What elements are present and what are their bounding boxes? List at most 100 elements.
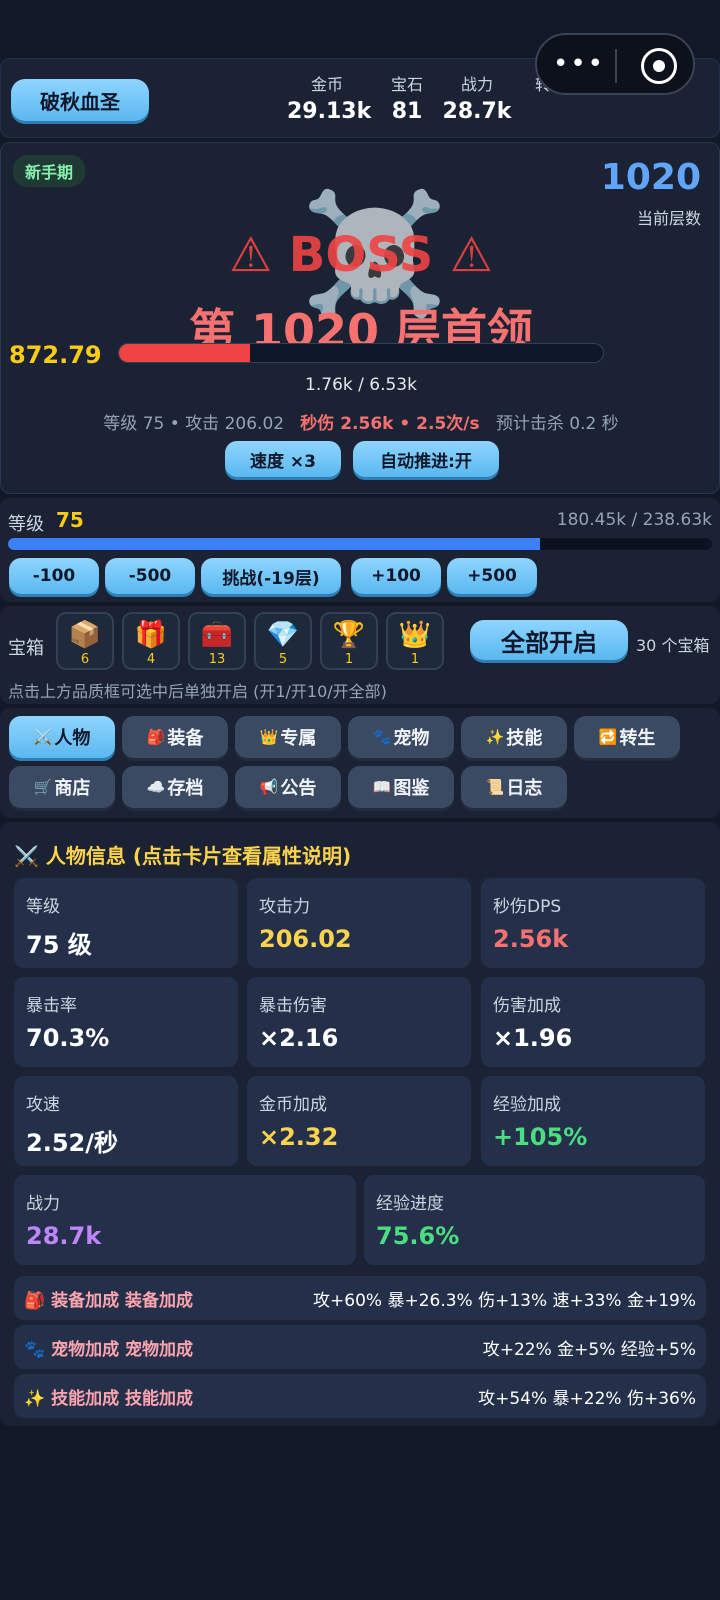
equipment-bonus-row[interactable]: 🎒 装备加成 装备加成 攻+60% 暴+26.3% 伤+13% 速+33% 金+1… xyxy=(14,1276,706,1320)
chest-count: 13 xyxy=(208,652,226,667)
challenge-button[interactable]: 挑战(-19层) xyxy=(201,558,341,594)
stat-card-label: 经验进度 xyxy=(376,1194,444,1214)
scroll-icon: 📜 xyxy=(485,778,505,796)
chest-slot[interactable]: 📦 6 xyxy=(56,612,114,670)
stat-card-dps[interactable]: 秒伤DPS 2.56k xyxy=(481,878,705,968)
level-label: 等级 xyxy=(8,514,44,535)
stat-card-crit-damage[interactable]: 暴击伤害 ×2.16 xyxy=(247,977,471,1067)
chest-slot[interactable]: 👑 1 xyxy=(386,612,444,670)
stat-card-power[interactable]: 战力 28.7k xyxy=(14,1175,356,1265)
book-icon: 📖 xyxy=(372,778,392,796)
backpack-icon: 🎒 xyxy=(146,728,166,746)
power-label: 战力 xyxy=(460,75,493,94)
swords-icon: ⚔️ xyxy=(33,728,53,746)
tab-codex[interactable]: 📖 图鉴 xyxy=(348,766,454,808)
exp-bar xyxy=(8,538,712,550)
tab-save[interactable]: ☁️ 存档 xyxy=(122,766,228,808)
power-stat: 战力 28.7k xyxy=(437,71,517,124)
chest-count: 4 xyxy=(146,652,156,667)
character-info-panel: ⚔️ 人物信息 (点击卡片查看属性说明) 等级 75 级 攻击力 206.02 秒伤… xyxy=(0,822,720,1426)
stat-card-level[interactable]: 等级 75 级 xyxy=(14,878,238,968)
toolbox-icon: 🧰 xyxy=(200,620,234,650)
stat-card-attack-speed[interactable]: 攻速 2.52/秒 xyxy=(14,1076,238,1166)
stat-card-label: 攻击力 xyxy=(259,897,310,917)
floor-plus-500-button[interactable]: +500 xyxy=(447,558,537,594)
tab-label: 人物 xyxy=(54,728,91,749)
auto-advance-button[interactable]: 自动推进:开 xyxy=(353,441,499,477)
tab-equipment[interactable]: 🎒 装备 xyxy=(122,716,228,758)
skill-bonus-row[interactable]: ✨ 技能加成 技能加成 攻+54% 暴+22% 伤+36% xyxy=(14,1374,706,1418)
crown-icon: 👑 xyxy=(398,620,432,650)
stat-card-value: ×1.96 xyxy=(493,1024,573,1052)
tab-label: 图鉴 xyxy=(393,778,430,799)
boss-banner: ⚠ BOSS ⚠ xyxy=(229,227,493,283)
pet-bonus-label: 🐾 宠物加成 宠物加成 xyxy=(24,1339,194,1360)
chest-slot[interactable]: 🧰 13 xyxy=(188,612,246,670)
boss-hp-fill xyxy=(119,344,250,362)
floor-minus-500-button[interactable]: -500 xyxy=(105,558,195,594)
tab-exclusive[interactable]: 👑 专属 xyxy=(235,716,341,758)
stat-card-value: 28.7k xyxy=(26,1222,102,1250)
tab-announcement[interactable]: 📢 公告 xyxy=(235,766,341,808)
tab-label: 装备 xyxy=(167,728,204,749)
info-attack-rate: 2.5次/s xyxy=(416,414,480,434)
stat-card-value: 75 级 xyxy=(26,931,92,959)
repeat-icon: 🔁 xyxy=(598,728,618,746)
stat-card-exp-bonus[interactable]: 经验加成 +105% xyxy=(481,1076,705,1166)
boss-hp-bar xyxy=(118,343,604,363)
chest-slot[interactable]: 🏆 1 xyxy=(320,612,378,670)
exp-bar-fill xyxy=(8,538,541,550)
stat-card-gold-bonus[interactable]: 金币加成 ×2.32 xyxy=(247,1076,471,1166)
stat-card-damage-bonus[interactable]: 伤害加成 ×1.96 xyxy=(481,977,705,1067)
more-icon[interactable]: ••• xyxy=(553,49,605,79)
gift-icon: 🎁 xyxy=(134,620,168,650)
tab-label: 宠物 xyxy=(393,728,430,749)
exp-text: 180.45k / 238.63k xyxy=(556,510,712,530)
chest-count: 6 xyxy=(80,652,90,667)
tab-log[interactable]: 📜 日志 xyxy=(461,766,567,808)
stat-card-value: 2.56k xyxy=(493,925,569,953)
tab-label: 技能 xyxy=(506,728,543,749)
capsule-divider xyxy=(615,49,617,83)
stat-card-value: ×2.16 xyxy=(259,1024,339,1052)
tab-label: 日志 xyxy=(506,778,543,799)
chest-total-count: 30 个宝箱 xyxy=(636,636,710,655)
tab-label: 专属 xyxy=(280,728,317,749)
floor-plus-100-button[interactable]: +100 xyxy=(351,558,441,594)
stat-card-label: 等级 xyxy=(26,897,60,917)
equipment-bonus-label: 🎒 装备加成 装备加成 xyxy=(24,1290,194,1311)
info-level: 等级 75 xyxy=(103,414,165,434)
stat-card-exp-progress[interactable]: 经验进度 75.6% xyxy=(364,1175,705,1265)
tab-pets[interactable]: 🐾 宠物 xyxy=(348,716,454,758)
chest-slot[interactable]: 💎 5 xyxy=(254,612,312,670)
tab-label: 商店 xyxy=(54,778,91,799)
tab-shop[interactable]: 🛒 商店 xyxy=(9,766,115,808)
stat-card-attack[interactable]: 攻击力 206.02 xyxy=(247,878,471,968)
battle-panel: 新手期 1020 当前层数 ☠️ ⚠ BOSS ⚠ 第 1020 层首领 872… xyxy=(0,142,720,494)
stat-card-label: 金币加成 xyxy=(259,1095,327,1115)
chest-hint: 点击上方品质框可选中后单独开启 (开1/开10/开全部) xyxy=(8,682,387,701)
current-floor-number: 1020 xyxy=(600,157,701,198)
character-name-button[interactable]: 破秋血圣 xyxy=(11,79,149,121)
cloud-icon: ☁️ xyxy=(146,778,166,796)
speed-button[interactable]: 速度 ×3 xyxy=(225,441,341,477)
cart-icon: 🛒 xyxy=(33,778,53,796)
pet-bonus-row[interactable]: 🐾 宠物加成 宠物加成 攻+22% 金+5% 经验+5% xyxy=(14,1325,706,1369)
stat-card-crit-rate[interactable]: 暴击率 70.3% xyxy=(14,977,238,1067)
stat-card-label: 伤害加成 xyxy=(493,996,561,1016)
tab-character[interactable]: ⚔️ 人物 xyxy=(9,716,115,758)
close-miniprogram-icon[interactable] xyxy=(641,48,677,84)
info-dps: 秒伤 2.56k xyxy=(300,414,394,434)
tab-rebirth[interactable]: 🔁 转生 xyxy=(574,716,680,758)
tab-label: 公告 xyxy=(280,778,317,799)
open-all-button[interactable]: 全部开启 xyxy=(470,620,628,660)
floor-minus-100-button[interactable]: -100 xyxy=(9,558,99,594)
gem-value: 81 xyxy=(391,99,423,124)
chest-slot[interactable]: 🎁 4 xyxy=(122,612,180,670)
boss-hp-text: 1.76k / 6.53k xyxy=(305,375,417,395)
stat-card-value: +105% xyxy=(493,1123,588,1151)
tab-label: 存档 xyxy=(167,778,204,799)
tab-skills[interactable]: ✨ 技能 xyxy=(461,716,567,758)
floating-damage: 872.79 xyxy=(9,341,102,369)
character-info-title: ⚔️ 人物信息 (点击卡片查看属性说明) xyxy=(14,844,352,868)
